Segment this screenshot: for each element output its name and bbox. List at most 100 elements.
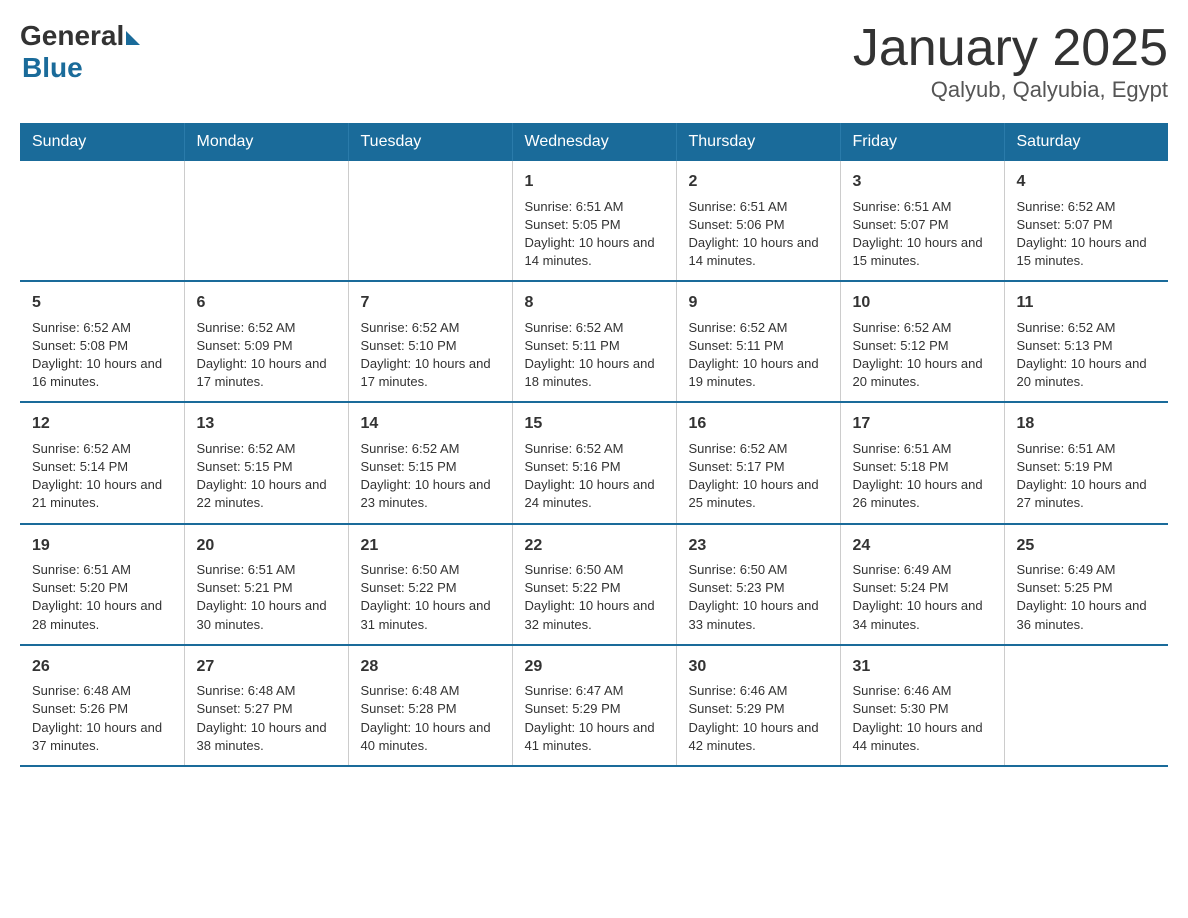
day-info: Sunrise: 6:52 AM Sunset: 5:17 PM Dayligh…	[689, 440, 828, 513]
day-number: 11	[1017, 292, 1157, 314]
day-info: Sunrise: 6:48 AM Sunset: 5:28 PM Dayligh…	[361, 682, 500, 755]
calendar-cell: 5 Sunrise: 6:52 AM Sunset: 5:08 PM Daylig…	[20, 281, 184, 402]
day-info: Sunrise: 6:51 AM Sunset: 5:07 PM Dayligh…	[853, 198, 992, 271]
day-info: Sunrise: 6:50 AM Sunset: 5:22 PM Dayligh…	[525, 561, 664, 634]
calendar-cell: 17Sunrise: 6:51 AM Sunset: 5:18 PM Dayli…	[840, 402, 1004, 523]
day-info: Sunrise: 6:52 AM Sunset: 5:11 PM Dayligh…	[689, 319, 828, 392]
day-info: Sunrise: 6:52 AM Sunset: 5:15 PM Dayligh…	[361, 440, 500, 513]
header-day-thursday: Thursday	[676, 123, 840, 161]
day-info: Sunrise: 6:52 AM Sunset: 5:16 PM Dayligh…	[525, 440, 664, 513]
day-info: Sunrise: 6:49 AM Sunset: 5:25 PM Dayligh…	[1017, 561, 1157, 634]
title-section: January 2025 Qalyub, Qalyubia, Egypt	[853, 20, 1168, 103]
calendar-cell: 16 Sunrise: 6:52 AM Sunset: 5:17 PM Dayli…	[676, 402, 840, 523]
day-number: 5	[32, 292, 172, 314]
day-info: Sunrise: 6:50 AM Sunset: 5:22 PM Dayligh…	[361, 561, 500, 634]
calendar-cell: 10 Sunrise: 6:52 AM Sunset: 5:12 PM Dayli…	[840, 281, 1004, 402]
day-info: Sunrise: 6:52 AM Sunset: 5:08 PM Dayligh…	[32, 319, 172, 392]
day-info: Sunrise: 6:51 AM Sunset: 5:20 PM Dayligh…	[32, 561, 172, 634]
day-info: Sunrise: 6:48 AM Sunset: 5:27 PM Dayligh…	[197, 682, 336, 755]
calendar-cell: 27 Sunrise: 6:48 AM Sunset: 5:27 PM Dayli…	[184, 645, 348, 766]
day-info: Sunrise: 6:52 AM Sunset: 5:07 PM Dayligh…	[1017, 198, 1157, 271]
header-day-monday: Monday	[184, 123, 348, 161]
day-info: Sunrise: 6:50 AM Sunset: 5:23 PM Dayligh…	[689, 561, 828, 634]
calendar-cell	[1004, 645, 1168, 766]
day-info: Sunrise: 6:52 AM Sunset: 5:10 PM Dayligh…	[361, 319, 500, 392]
calendar-cell: 9 Sunrise: 6:52 AM Sunset: 5:11 PM Daylig…	[676, 281, 840, 402]
calendar-title: January 2025	[853, 20, 1168, 77]
day-number: 15	[525, 413, 664, 435]
calendar-cell: 22 Sunrise: 6:50 AM Sunset: 5:22 PM Dayli…	[512, 524, 676, 645]
day-number: 14	[361, 413, 500, 435]
week-row-0: 1 Sunrise: 6:51 AM Sunset: 5:05 PM Daylig…	[20, 161, 1168, 281]
day-number: 26	[32, 656, 172, 678]
day-number: 24	[853, 535, 992, 557]
calendar-cell: 18Sunrise: 6:51 AM Sunset: 5:19 PM Dayli…	[1004, 402, 1168, 523]
calendar-subtitle: Qalyub, Qalyubia, Egypt	[853, 77, 1168, 103]
calendar-cell: 6 Sunrise: 6:52 AM Sunset: 5:09 PM Daylig…	[184, 281, 348, 402]
calendar-cell: 29Sunrise: 6:47 AM Sunset: 5:29 PM Dayli…	[512, 645, 676, 766]
day-info: Sunrise: 6:48 AM Sunset: 5:26 PM Dayligh…	[32, 682, 172, 755]
day-info: Sunrise: 6:46 AM Sunset: 5:30 PM Dayligh…	[853, 682, 992, 755]
day-number: 20	[197, 535, 336, 557]
day-number: 27	[197, 656, 336, 678]
day-number: 28	[361, 656, 500, 678]
calendar-cell: 28 Sunrise: 6:48 AM Sunset: 5:28 PM Dayli…	[348, 645, 512, 766]
calendar-cell: 30 Sunrise: 6:46 AM Sunset: 5:29 PM Dayli…	[676, 645, 840, 766]
calendar-cell: 11Sunrise: 6:52 AM Sunset: 5:13 PM Dayli…	[1004, 281, 1168, 402]
logo-arrow-icon	[126, 31, 140, 45]
calendar-cell: 19 Sunrise: 6:51 AM Sunset: 5:20 PM Dayli…	[20, 524, 184, 645]
day-info: Sunrise: 6:51 AM Sunset: 5:06 PM Dayligh…	[689, 198, 828, 271]
day-number: 21	[361, 535, 500, 557]
day-number: 1	[525, 171, 664, 193]
day-info: Sunrise: 6:51 AM Sunset: 5:05 PM Dayligh…	[525, 198, 664, 271]
calendar-cell	[184, 161, 348, 281]
week-row-2: 12Sunrise: 6:52 AM Sunset: 5:14 PM Dayli…	[20, 402, 1168, 523]
day-number: 17	[853, 413, 992, 435]
logo: General Blue	[20, 20, 140, 84]
day-info: Sunrise: 6:52 AM Sunset: 5:14 PM Dayligh…	[32, 440, 172, 513]
calendar-cell: 1 Sunrise: 6:51 AM Sunset: 5:05 PM Daylig…	[512, 161, 676, 281]
calendar-cell	[348, 161, 512, 281]
day-number: 9	[689, 292, 828, 314]
day-info: Sunrise: 6:52 AM Sunset: 5:09 PM Dayligh…	[197, 319, 336, 392]
calendar-cell	[20, 161, 184, 281]
header-day-wednesday: Wednesday	[512, 123, 676, 161]
header-day-sunday: Sunday	[20, 123, 184, 161]
day-number: 13	[197, 413, 336, 435]
day-number: 2	[689, 171, 828, 193]
day-number: 8	[525, 292, 664, 314]
calendar-cell: 20 Sunrise: 6:51 AM Sunset: 5:21 PM Dayli…	[184, 524, 348, 645]
calendar-cell: 15 Sunrise: 6:52 AM Sunset: 5:16 PM Dayli…	[512, 402, 676, 523]
day-number: 6	[197, 292, 336, 314]
calendar-body: 1 Sunrise: 6:51 AM Sunset: 5:05 PM Daylig…	[20, 161, 1168, 766]
day-number: 30	[689, 656, 828, 678]
page-header: General Blue January 2025 Qalyub, Qalyub…	[20, 20, 1168, 103]
calendar-cell: 26 Sunrise: 6:48 AM Sunset: 5:26 PM Dayli…	[20, 645, 184, 766]
day-info: Sunrise: 6:46 AM Sunset: 5:29 PM Dayligh…	[689, 682, 828, 755]
header-day-friday: Friday	[840, 123, 1004, 161]
day-number: 23	[689, 535, 828, 557]
day-info: Sunrise: 6:52 AM Sunset: 5:12 PM Dayligh…	[853, 319, 992, 392]
calendar-cell: 13 Sunrise: 6:52 AM Sunset: 5:15 PM Dayli…	[184, 402, 348, 523]
day-number: 10	[853, 292, 992, 314]
day-number: 25	[1017, 535, 1157, 557]
day-number: 16	[689, 413, 828, 435]
header-day-tuesday: Tuesday	[348, 123, 512, 161]
calendar-cell: 21 Sunrise: 6:50 AM Sunset: 5:22 PM Dayli…	[348, 524, 512, 645]
day-info: Sunrise: 6:49 AM Sunset: 5:24 PM Dayligh…	[853, 561, 992, 634]
calendar-cell: 14 Sunrise: 6:52 AM Sunset: 5:15 PM Dayli…	[348, 402, 512, 523]
week-row-1: 5 Sunrise: 6:52 AM Sunset: 5:08 PM Daylig…	[20, 281, 1168, 402]
calendar-cell: 4Sunrise: 6:52 AM Sunset: 5:07 PM Daylig…	[1004, 161, 1168, 281]
day-info: Sunrise: 6:52 AM Sunset: 5:15 PM Dayligh…	[197, 440, 336, 513]
day-info: Sunrise: 6:52 AM Sunset: 5:11 PM Dayligh…	[525, 319, 664, 392]
day-number: 3	[853, 171, 992, 193]
day-number: 19	[32, 535, 172, 557]
header-row: SundayMondayTuesdayWednesdayThursdayFrid…	[20, 123, 1168, 161]
day-number: 22	[525, 535, 664, 557]
calendar-cell: 7Sunrise: 6:52 AM Sunset: 5:10 PM Daylig…	[348, 281, 512, 402]
calendar-cell: 12Sunrise: 6:52 AM Sunset: 5:14 PM Dayli…	[20, 402, 184, 523]
header-day-saturday: Saturday	[1004, 123, 1168, 161]
day-info: Sunrise: 6:51 AM Sunset: 5:21 PM Dayligh…	[197, 561, 336, 634]
calendar-cell: 31Sunrise: 6:46 AM Sunset: 5:30 PM Dayli…	[840, 645, 1004, 766]
week-row-3: 19 Sunrise: 6:51 AM Sunset: 5:20 PM Dayli…	[20, 524, 1168, 645]
